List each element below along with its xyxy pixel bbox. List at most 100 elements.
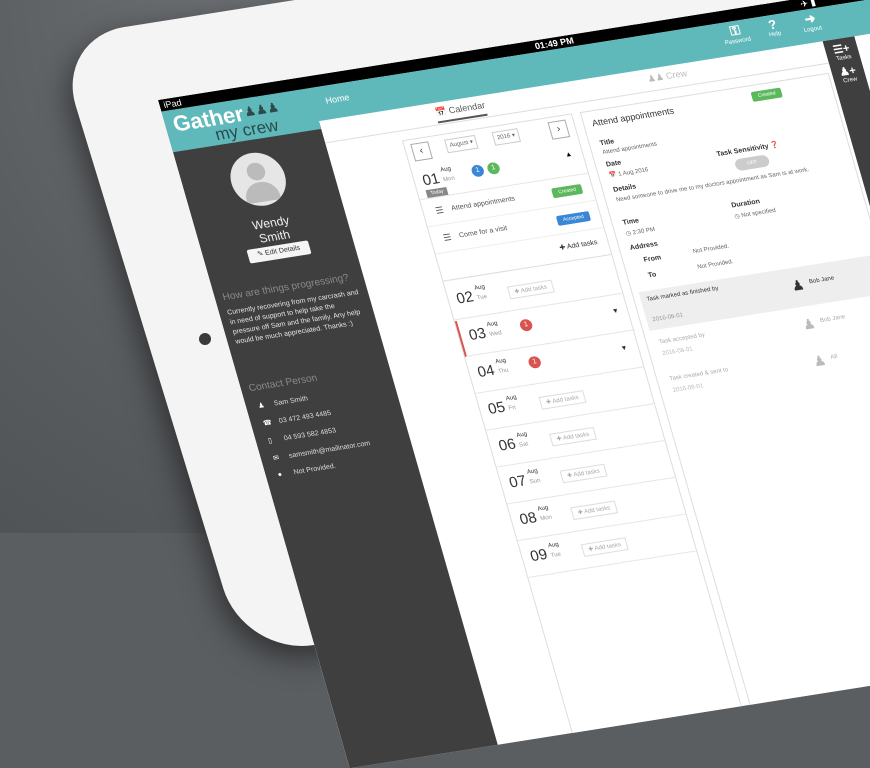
add-tasks-button[interactable]: ✚ Add tasks [580, 537, 629, 557]
from-label: From [642, 254, 663, 264]
day-weekday: Tue [476, 294, 489, 302]
stopwatch-icon: ◷ [733, 213, 741, 221]
day-weekday: Sat [518, 441, 530, 449]
task-name: Come for a visit [458, 225, 509, 240]
count-badge: 1 [518, 318, 534, 332]
add-tasks-button[interactable]: ✚ Add tasks [538, 390, 587, 410]
time-value: ◷ 2:30 PM [625, 226, 656, 238]
day-number: 04 [475, 361, 497, 382]
history-person: Bob Jane [819, 314, 847, 325]
avatar [224, 148, 293, 210]
day-month: Aug [486, 320, 499, 329]
tab-crew[interactable]: ♟♟ Crew [646, 68, 688, 85]
date-value: 📅 1 Aug 2016 [608, 167, 650, 180]
next-month-button[interactable]: › [547, 119, 571, 140]
day-weekday: Tue [550, 551, 562, 560]
day-number: 08 [517, 509, 539, 529]
day-month: Aug [536, 505, 550, 513]
history-person: Bob Jane [808, 275, 836, 286]
detail-title: Attend appointments [590, 105, 676, 129]
password-button[interactable]: ⚿ Password [715, 20, 757, 47]
home-button[interactable] [199, 333, 211, 345]
task-name: Attend appointments [450, 195, 516, 213]
date-label: Date [605, 159, 623, 169]
clock-icon: ◷ [625, 230, 633, 238]
day-number: 07 [507, 472, 529, 492]
add-tasks-button[interactable]: ✚ Add tasks [549, 426, 597, 447]
count-badge-green: 1 [485, 161, 502, 176]
contact-phone[interactable]: ☎ 03 472 493 4485 [262, 409, 332, 428]
history-text: Task created & sent to [668, 367, 730, 383]
person-icon: ♟ [789, 276, 807, 294]
person-icon: ♟ [811, 351, 828, 370]
day-month: Aug [439, 166, 452, 174]
time-label: Time [621, 217, 640, 227]
day-month: Aug [494, 357, 507, 366]
day-weekday: Thu [497, 367, 510, 376]
day-month: Aug [473, 284, 486, 292]
add-tasks-button[interactable]: ✚ Add tasks [558, 238, 599, 252]
day-number: 01 [420, 170, 442, 190]
list-icon: ☰ [434, 204, 445, 216]
day-month: Aug [515, 431, 529, 439]
add-tasks-button[interactable]: ✚ Add tasks [559, 463, 608, 484]
day-number: 09 [528, 545, 550, 566]
day-number: 03 [466, 324, 489, 344]
day-number: 02 [454, 288, 476, 308]
year-select[interactable]: 2016 ▾ [491, 128, 522, 146]
chevron-up-icon[interactable]: ▲ [564, 151, 573, 159]
contact-email[interactable]: ✉ samsmith@mailinator.com [272, 439, 371, 462]
contact-name: ♟ Sam Smith [257, 395, 309, 410]
chevron-down-icon[interactable]: ▼ [611, 308, 620, 316]
day-month: Aug [505, 394, 518, 403]
to-label: To [647, 271, 658, 280]
add-tasks-button[interactable]: ✚ Add tasks [570, 500, 618, 521]
history-date: 2016-08-01 [651, 312, 684, 324]
history-person: All [830, 353, 839, 361]
count-badge: 1 [527, 355, 543, 370]
duration-value: ◷ Not specified [733, 207, 777, 221]
status-badge: Created [551, 183, 584, 199]
chevron-down-icon[interactable]: ▼ [620, 345, 629, 353]
day-weekday: Mon [442, 175, 456, 184]
logout-button[interactable]: ➜ Logout [790, 8, 832, 35]
app-screen: iPad 01:49 PM ✈ ▮ Gather ♟♟♟ my crew Wen… [158, 0, 870, 768]
day-number: 06 [496, 435, 518, 455]
history-text: Task accepted by [658, 332, 706, 346]
history-text: Task marked as finished by [646, 285, 720, 303]
history-date: 2016-08-01 [672, 383, 705, 394]
to-value: Not Provided. [696, 259, 735, 271]
rail-crew[interactable]: ♟+ Crew [830, 62, 867, 85]
details-label: Details [612, 183, 638, 194]
day-month: Aug [526, 468, 539, 476]
contact-mobile[interactable]: ▯ 04 593 582 4853 [267, 426, 337, 445]
status-badge: Accepted [555, 211, 592, 226]
sensitivity-label: Task Sensitivity ❓ [715, 141, 781, 159]
day-weekday: Mon [539, 514, 553, 523]
detail-status-badge: Created [750, 87, 783, 102]
location-icon: ● [277, 471, 284, 479]
month-select[interactable]: August ▾ [444, 134, 479, 154]
day-month: Aug [547, 541, 560, 550]
add-tasks-button[interactable]: ✚ Add tasks [506, 279, 555, 300]
day-weekday: Fri [508, 404, 517, 412]
address-label: Address [629, 240, 659, 252]
duration-label: Duration [730, 198, 761, 210]
contact-location: ● Not Provided. [277, 462, 337, 479]
count-badge-blue: 1 [470, 164, 486, 178]
history-date: 2016-08-01 [661, 346, 694, 358]
day-number: 05 [486, 398, 508, 418]
contact-title: Contact Person [247, 372, 319, 395]
sensitivity-toggle[interactable]: OFF [733, 154, 771, 172]
nav-home[interactable]: Home [324, 92, 350, 105]
day-weekday: Wed [488, 330, 503, 338]
prev-month-button[interactable]: ‹ [410, 141, 433, 162]
title-label: Title [599, 138, 616, 148]
list-icon: ☰ [441, 231, 453, 243]
edit-details-label: Edit Details [264, 244, 302, 258]
help-button[interactable]: ? Help [753, 14, 794, 40]
rail-tasks[interactable]: ☰+ Tasks [824, 40, 861, 63]
from-value: Not Provided. [692, 243, 730, 256]
tab-calendar[interactable]: 📅 Calendar [433, 100, 488, 124]
person-icon: ♟ [800, 315, 818, 333]
